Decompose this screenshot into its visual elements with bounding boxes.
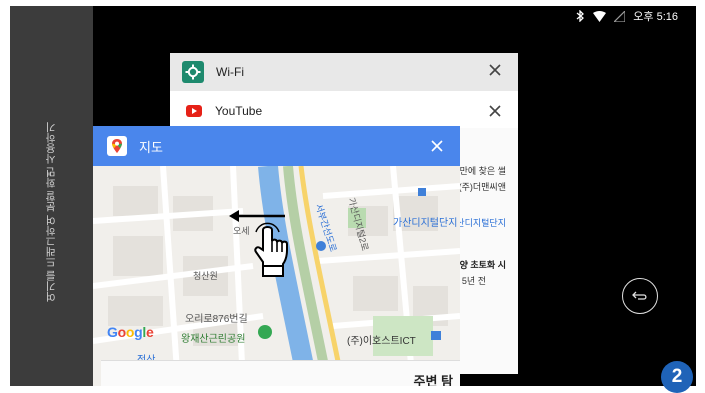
video-title-snippet: 만에 찾은 썰 bbox=[459, 166, 506, 176]
recent-card-maps[interactable]: 지도 오세 가산디지털2로 서부간선도로 청산원 오리로876번길 왕재산근린공… bbox=[93, 126, 460, 386]
back-to-app-button[interactable] bbox=[622, 278, 658, 314]
card-header-youtube: YouTube bbox=[170, 94, 518, 128]
map-label-park: 왕재산근린공원 bbox=[181, 334, 246, 345]
split-screen-drag-bar[interactable]: 여기를 드래그하여 분할 화면 사용하기 bbox=[10, 6, 93, 386]
clock: 오후 5:16 bbox=[633, 11, 678, 23]
map-preview: 오세 가산디지털2로 서부간선도로 청산원 오리로876번길 왕재산근린공원 (… bbox=[93, 166, 460, 386]
map-label: 오세 bbox=[233, 226, 250, 236]
card-title-maps: 지도 bbox=[139, 139, 163, 155]
map-label-station: 가산디지털단지 bbox=[393, 218, 458, 229]
youtube-logo-icon bbox=[186, 105, 202, 117]
bluetooth-icon bbox=[576, 10, 585, 22]
close-maps-card-icon[interactable] bbox=[430, 139, 444, 153]
video-age-snippet: 5년 전 bbox=[461, 276, 486, 286]
card-header-wifi: Wi-Fi bbox=[170, 53, 518, 91]
map-label-business: (주)이호스트ICT bbox=[347, 336, 416, 347]
nearby-sheet-title: 주변 탐 bbox=[413, 374, 454, 386]
card-title-wifi: Wi-Fi bbox=[216, 65, 244, 79]
wifi-icon bbox=[593, 10, 607, 22]
step-number-badge: 2 bbox=[661, 361, 693, 393]
map-label: 오리로876번길 bbox=[185, 314, 248, 325]
map-label: 청산원 bbox=[193, 271, 218, 281]
card-title-youtube: YouTube bbox=[215, 104, 263, 118]
return-arrow-icon bbox=[632, 291, 647, 300]
google-logo: Google bbox=[107, 324, 154, 340]
signal-icon bbox=[614, 10, 626, 22]
status-bar-right: 오후 5:16 bbox=[576, 8, 678, 24]
nearby-sheet[interactable]: 주변 탐 bbox=[101, 360, 460, 386]
split-screen-hint: 여기를 드래그하여 분할 화면 사용하기 bbox=[45, 122, 57, 302]
google-maps-icon bbox=[107, 136, 127, 156]
settings-gear-icon bbox=[182, 61, 204, 83]
video-channel-snippet: (주)더맨씨앤 bbox=[458, 182, 506, 192]
close-youtube-card-icon[interactable] bbox=[488, 104, 502, 118]
recents-screen: A 오후 5:16 여기를 드래그하여 분할 화면 사용하기 Wi-Fi You… bbox=[10, 6, 696, 386]
close-wifi-card-icon[interactable] bbox=[488, 63, 502, 77]
tap-hand-gesture-icon bbox=[254, 222, 288, 277]
card-header-maps: 지도 bbox=[93, 126, 460, 166]
